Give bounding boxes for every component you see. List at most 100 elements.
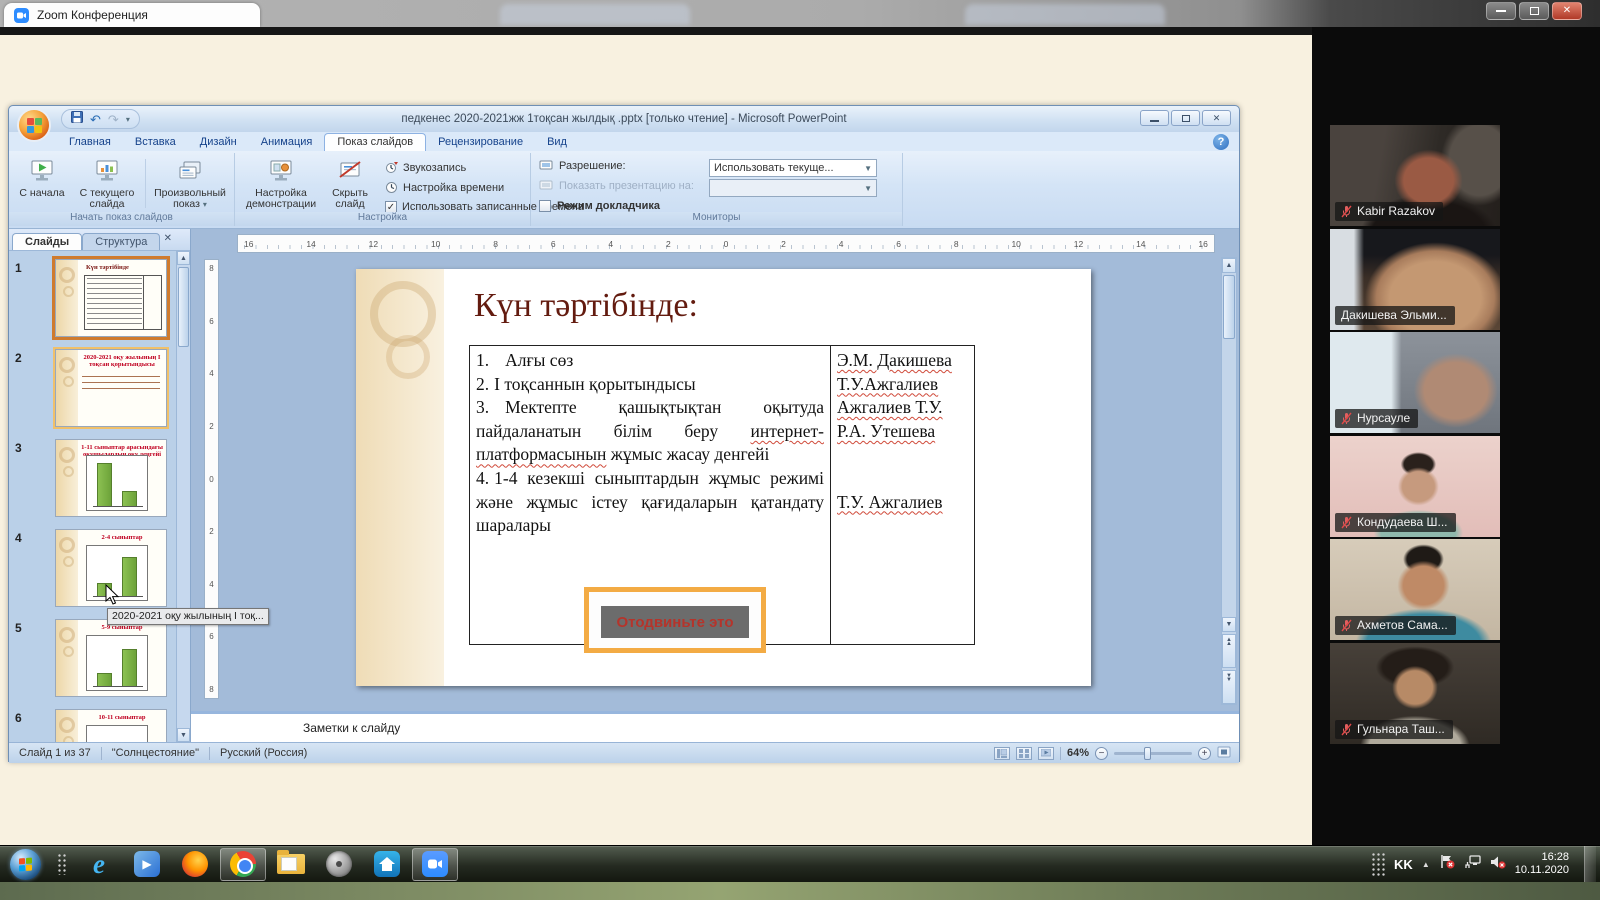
slide-thumbnail-1[interactable]: 1 Күн тәртібінде	[9, 259, 176, 345]
background-browser-tab[interactable]	[500, 4, 690, 25]
scroll-down-icon[interactable]: ▼	[177, 728, 190, 742]
tab-slides-thumbnails[interactable]: Слайды	[12, 233, 82, 250]
office-button[interactable]	[17, 108, 51, 142]
checkbox-unchecked-icon[interactable]	[539, 200, 551, 212]
zoom-slider[interactable]	[1114, 752, 1192, 755]
taskbar-internet-explorer[interactable]: e	[76, 848, 122, 881]
zoom-out-button[interactable]: −	[1095, 747, 1108, 760]
tray-expand-icon[interactable]: ▲	[1422, 860, 1430, 869]
muted-mic-icon	[1341, 516, 1352, 529]
ppt-close-button[interactable]: ✕	[1202, 110, 1231, 126]
participant-video[interactable]: Кондудаева Ш...	[1330, 436, 1500, 537]
slide-sorter-view-button[interactable]	[1016, 747, 1032, 760]
taskbar-media-player[interactable]: ▶	[124, 848, 170, 881]
ruler-number: 6	[209, 632, 213, 641]
fit-to-window-button[interactable]	[1217, 746, 1231, 761]
ppt-window-controls: ✕	[1140, 110, 1231, 126]
tab-design[interactable]: Дизайн	[188, 134, 249, 151]
participant-video[interactable]: Нурсауле	[1330, 332, 1500, 433]
tab-insert[interactable]: Вставка	[123, 134, 188, 151]
participants-panel: Kabir Razakov Дакишева Эльми... Нурсауле…	[1312, 27, 1600, 845]
tab-home[interactable]: Главная	[57, 134, 123, 151]
resolution-row: Разрешение:	[539, 160, 626, 172]
participant-video[interactable]: Дакишева Эльми...	[1330, 229, 1500, 330]
ppt-status-bar: Слайд 1 из 37 "Солнцестояние" Русский (Р…	[9, 742, 1239, 763]
minimize-button[interactable]	[1486, 2, 1516, 20]
tray-clock[interactable]: 16:28 10.11.2020	[1515, 851, 1575, 877]
editor-scrollbar[interactable]: ▲ ▼ ▲▲ ▼▼	[1221, 257, 1237, 705]
zoom-app-tab[interactable]: Zoom Конференция	[4, 3, 260, 27]
ppt-restore-button[interactable]	[1171, 110, 1200, 126]
normal-view-button[interactable]	[994, 747, 1010, 760]
dropdown-arrow-icon: ▾	[203, 200, 207, 209]
taskbar-zoom[interactable]	[412, 848, 458, 881]
language-indicator[interactable]: KK	[1394, 857, 1413, 872]
resolution-dropdown[interactable]: Использовать текуще...▼	[709, 159, 877, 177]
responsible-names-column: Э.М. Дакишева Т.У.Ажгалиев Ажгалиев Т.У.…	[831, 346, 974, 644]
scrollbar-thumb[interactable]	[1223, 275, 1235, 339]
setup-slideshow-button[interactable]: Настройка демонстрации	[241, 157, 321, 215]
scroll-up-icon[interactable]: ▲	[1222, 258, 1236, 273]
custom-slideshow-button[interactable]: Произвольный показ ▾	[149, 157, 231, 215]
notes-placeholder[interactable]: Заметки к слайду	[303, 721, 400, 735]
next-slide-button[interactable]: ▼▼	[1222, 670, 1236, 704]
taskbar-home-browser[interactable]	[364, 848, 410, 881]
tab-animation[interactable]: Анимация	[249, 134, 325, 151]
taskbar-chrome[interactable]	[220, 848, 266, 881]
presenter-view-row[interactable]: Режим докладчика	[539, 200, 660, 212]
zoom-in-button[interactable]: +	[1198, 747, 1211, 760]
restore-button[interactable]	[1519, 2, 1549, 20]
tab-outline[interactable]: Структура	[82, 233, 160, 250]
scrollbar-thumb[interactable]	[178, 267, 189, 347]
pane-close-icon[interactable]: ✕	[164, 233, 172, 244]
slide-thumbnail-5[interactable]: 5 5-9 сыныптар	[9, 619, 176, 705]
record-narration-item[interactable]: Звукозапись	[385, 161, 466, 174]
taskbar-file-explorer[interactable]	[268, 848, 314, 881]
scroll-up-icon[interactable]: ▲	[177, 251, 190, 265]
close-button[interactable]: ✕	[1552, 2, 1582, 20]
pane-tabs: Слайды Структура ✕	[9, 229, 190, 251]
language-indicator[interactable]: Русский (Россия)	[210, 747, 317, 759]
slide-canvas[interactable]: Күн тәртібінде: 1.Алғы сөз 2.I тоқсаннын…	[356, 269, 1091, 686]
participant-video[interactable]: Kabir Razakov	[1330, 125, 1500, 226]
notes-pane[interactable]: Заметки к слайду	[191, 711, 1239, 742]
participant-video[interactable]: Гульнара Таш...	[1330, 643, 1500, 744]
tab-slideshow[interactable]: Показ слайдов	[324, 133, 426, 151]
hide-slide-button[interactable]: Скрыть слайд	[323, 157, 377, 215]
taskbar-media-player-classic[interactable]	[316, 848, 362, 881]
from-current-slide-button[interactable]: С текущего слайда	[75, 157, 139, 215]
theme-name[interactable]: "Солнцестояние"	[102, 747, 209, 759]
rehearse-timings-item[interactable]: Настройка времени	[385, 181, 504, 194]
slide-number: 3	[15, 441, 22, 455]
slideshow-view-button[interactable]	[1038, 747, 1054, 760]
pane-scrollbar[interactable]: ▲ ▼	[176, 251, 190, 742]
help-icon[interactable]: ?	[1213, 134, 1229, 150]
ppt-minimize-button[interactable]	[1140, 110, 1169, 126]
slide-thumbnail-4[interactable]: 4 2-4 сыныптар	[9, 529, 176, 615]
zoom-slider-thumb[interactable]	[1144, 747, 1151, 760]
tab-review[interactable]: Рецензирование	[426, 134, 535, 151]
from-beginning-button[interactable]: С начала	[13, 157, 71, 215]
powerpoint-titlebar: ↶ ↷ ▾ педкенес 2020-2021жж 1тоқсан жылды…	[9, 106, 1239, 132]
slide-thumbnail-3[interactable]: 3 1-11 сыныптар арасындағы оқушылардың о…	[9, 439, 176, 525]
zoom-percentage[interactable]: 64%	[1067, 747, 1089, 759]
action-center-flag-icon[interactable]	[1439, 854, 1455, 874]
scroll-down-icon[interactable]: ▼	[1222, 617, 1236, 632]
show-desktop-button[interactable]	[1584, 846, 1596, 883]
participant-name-label: Гульнара Таш...	[1335, 720, 1453, 739]
participant-video[interactable]: Ахметов Сама...	[1330, 539, 1500, 640]
tab-view[interactable]: Вид	[535, 134, 579, 151]
previous-slide-button[interactable]: ▲▲	[1222, 634, 1236, 668]
monitor-chart-icon	[94, 159, 120, 185]
taskbar-firefox[interactable]	[172, 848, 218, 881]
network-icon[interactable]	[1464, 855, 1481, 874]
zoom-tab-title: Zoom Конференция	[37, 8, 148, 22]
slide-thumbnail-2[interactable]: 2 2020-2021 оқу жылының I тоқсан қорытын…	[9, 349, 176, 435]
background-browser-tab[interactable]	[965, 4, 1165, 25]
ruler-number: 8	[209, 264, 213, 273]
slide-thumbnail-6[interactable]: 6 10-11 сыныптар	[9, 709, 176, 742]
slide-title[interactable]: Күн тәртібінде:	[474, 287, 698, 325]
ribbon-tab-strip: Главная Вставка Дизайн Анимация Показ сл…	[9, 132, 1239, 151]
volume-icon[interactable]	[1490, 855, 1506, 874]
start-button[interactable]	[10, 849, 41, 880]
